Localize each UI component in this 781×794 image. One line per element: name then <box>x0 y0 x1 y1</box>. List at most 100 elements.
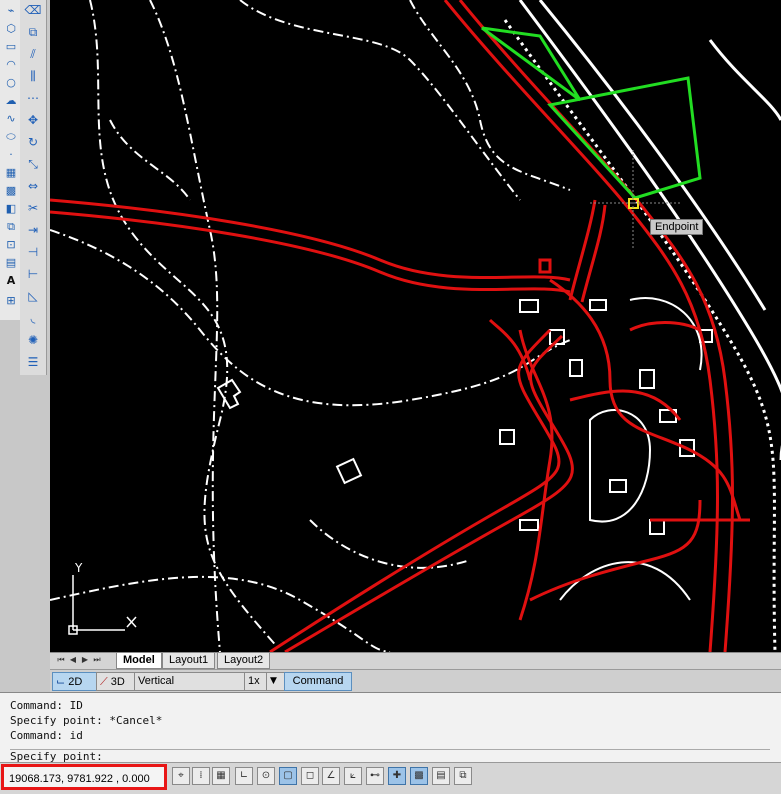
extend-icon[interactable]: ⇥ <box>23 220 43 240</box>
hatch-icon[interactable]: ▦ <box>2 164 20 182</box>
model-space-canvas[interactable]: Y Endpoint <box>50 0 781 652</box>
contour-line <box>89 0 281 651</box>
grid-display-icon[interactable]: ▦ <box>212 767 230 785</box>
next-tab-icon[interactable]: ▶ <box>80 654 90 666</box>
erase-icon[interactable]: ⌫ <box>23 0 43 20</box>
road-line <box>50 210 571 294</box>
command-window[interactable]: Command: ID Specify point: *Cancel* Comm… <box>0 692 781 763</box>
selection-cycling-icon[interactable]: ⧉ <box>454 767 472 785</box>
road-line <box>538 258 552 274</box>
dynamic-ucs-icon[interactable]: ⟀ <box>344 767 362 785</box>
village-road <box>589 409 652 523</box>
command-history-line: Specify point: *Cancel* <box>10 714 163 727</box>
object-snap-tracking-icon[interactable]: ∠ <box>322 767 340 785</box>
gradient-icon[interactable]: ▩ <box>2 182 20 200</box>
view-2d-label: 2D <box>68 676 83 688</box>
building <box>519 519 539 531</box>
ucs-y-label: Y <box>74 561 83 575</box>
move-icon[interactable]: ✥ <box>23 110 43 130</box>
mirror-icon[interactable]: ⫽ <box>23 44 43 64</box>
coordinate-readout: 19068.173, 9781.922 , 0.000 <box>9 773 150 785</box>
make-block-icon[interactable]: ⊡ <box>2 236 20 254</box>
building <box>649 519 665 535</box>
polar-tracking-icon[interactable]: ⊙ <box>257 767 275 785</box>
view-2d-button[interactable]: ⌙ 2D <box>52 672 98 691</box>
view-3d-button[interactable]: ⟋ 3D <box>96 672 136 691</box>
copy-icon[interactable]: ⧉ <box>23 22 43 42</box>
road-line <box>568 199 597 301</box>
contour-line <box>109 119 191 201</box>
contour-line <box>309 519 471 569</box>
object-snap-icon[interactable]: ▢ <box>279 767 297 785</box>
exaggeration-value[interactable]: 1x <box>244 672 268 691</box>
ucs-icon <box>68 575 137 635</box>
draw-toolbar: ⌁ ⬡ ▭ ◠ ○ ☁ ∿ ⬭ · ▦ ▩ ◧ ⧉ ⊡ ▤ A ⊞ <box>0 0 21 320</box>
coordinate-display[interactable]: 19068.173, 9781.922 , 0.000 <box>1 764 167 790</box>
ortho-mode-icon[interactable]: ∟ <box>235 767 253 785</box>
scale-icon[interactable]: ⤡ <box>23 154 43 174</box>
offset-icon[interactable]: ⫼ <box>23 66 43 86</box>
village-road <box>629 297 703 371</box>
command-history-line: Command: id <box>10 729 83 742</box>
road-line <box>569 389 682 421</box>
rectangle-icon[interactable]: ▭ <box>2 38 20 56</box>
stretch-icon[interactable]: ⇔ <box>23 176 43 196</box>
quick-properties-icon[interactable]: ▤ <box>432 767 450 785</box>
3d-object-snap-icon[interactable]: ◻ <box>301 767 319 785</box>
prev-tab-icon[interactable]: ◀ <box>68 654 78 666</box>
endpoint-tooltip: Endpoint <box>650 219 704 235</box>
lineweight-icon[interactable]: ✚ <box>388 767 406 785</box>
view-3d-label: 3D <box>110 676 125 688</box>
railway-edge <box>538 0 767 311</box>
array-icon[interactable]: ⋯ <box>23 88 43 108</box>
revcloud-icon[interactable]: ☁ <box>2 92 20 110</box>
tab-model[interactable]: Model <box>116 653 162 669</box>
tab-layout2[interactable]: Layout2 <box>217 653 271 669</box>
building <box>335 457 363 485</box>
transparency-icon[interactable]: ▩ <box>410 767 428 785</box>
command-button[interactable]: Command <box>284 672 352 691</box>
chamfer-icon[interactable]: ◺ <box>23 286 43 306</box>
fillet-icon[interactable]: ◟ <box>23 308 43 328</box>
first-tab-icon[interactable]: ⏮ <box>56 654 66 666</box>
polygon-icon[interactable]: ⬡ <box>2 20 20 38</box>
axis-2d-icon: ⌙ <box>56 675 66 688</box>
building <box>589 299 607 311</box>
break-icon[interactable]: ⊣ <box>23 242 43 262</box>
explode-icon[interactable]: ✺ <box>23 330 43 350</box>
road-line <box>50 198 571 282</box>
dynamic-input-icon[interactable]: ⊷ <box>366 767 384 785</box>
last-tab-icon[interactable]: ⏭ <box>92 654 102 666</box>
snap-mode-icon[interactable]: ⁞ <box>192 767 210 785</box>
road-line <box>518 329 554 621</box>
building <box>569 359 583 377</box>
building <box>609 479 627 493</box>
trim-icon[interactable]: ✂ <box>23 198 43 218</box>
spline-icon[interactable]: ∿ <box>2 110 20 128</box>
building <box>499 429 515 445</box>
rotate-icon[interactable]: ↻ <box>23 132 43 152</box>
arc-icon[interactable]: ◠ <box>2 56 20 74</box>
mtext-icon[interactable]: A <box>2 272 20 290</box>
exaggeration-dropdown-icon[interactable]: ▼ <box>266 672 286 691</box>
infer-constraints-icon[interactable]: ⌖ <box>172 767 190 785</box>
view-toolbar: ⌙ 2D ⟋ 3D Vertical Exaggeration: 1x ▼ Co… <box>50 669 781 704</box>
polyline-icon[interactable]: ⌁ <box>2 2 20 20</box>
tab-layout1[interactable]: Layout1 <box>162 653 216 669</box>
road-line <box>629 321 701 332</box>
circle-icon[interactable]: ○ <box>2 74 20 92</box>
command-prompt[interactable]: Specify point: <box>10 749 770 763</box>
ellipse-icon[interactable]: ⬭ <box>2 128 20 146</box>
command-history-line: Command: ID <box>10 699 83 712</box>
road-line <box>269 328 561 652</box>
table-icon[interactable]: ▤ <box>2 254 20 272</box>
parcel-outline <box>481 26 582 102</box>
properties-icon[interactable]: ☰ <box>23 352 43 372</box>
vertical-exaggeration-label: Vertical Exaggeration: <box>134 672 246 704</box>
add-selected-icon[interactable]: ⊞ <box>2 292 20 310</box>
point-icon[interactable]: · <box>2 146 20 164</box>
join-icon[interactable]: ⊢ <box>23 264 43 284</box>
insert-block-icon[interactable]: ⧉ <box>2 218 20 236</box>
contour-line <box>239 0 521 201</box>
region-icon[interactable]: ◧ <box>2 200 20 218</box>
